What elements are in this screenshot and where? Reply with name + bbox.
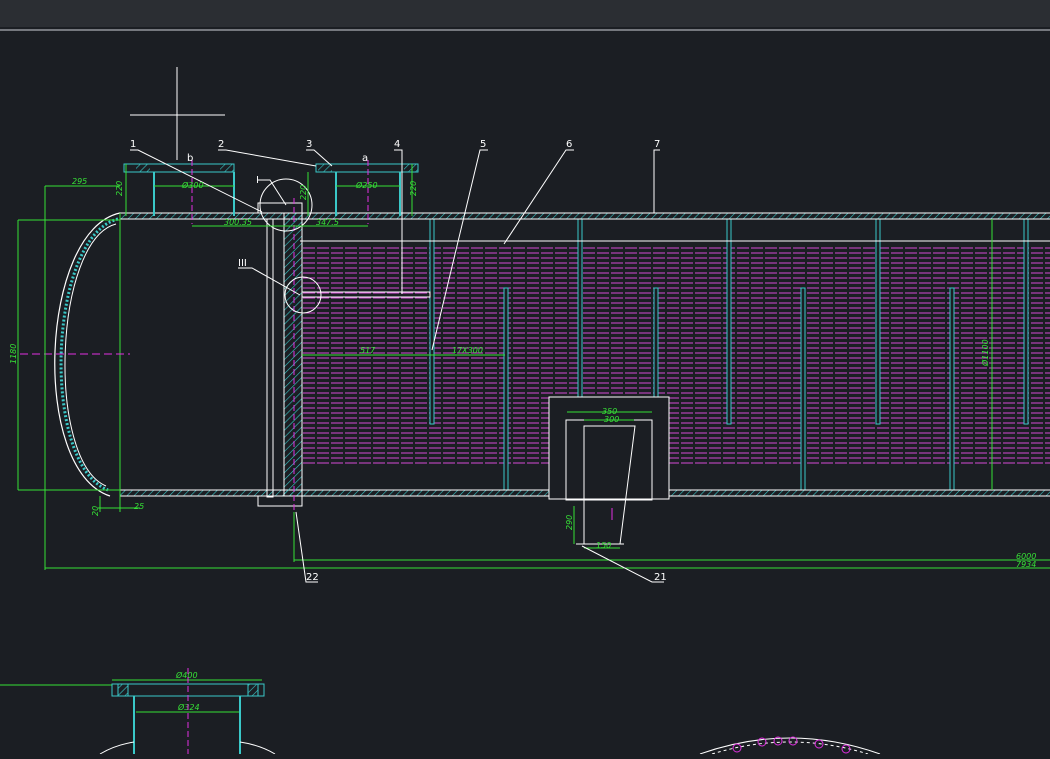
leader-label-21: 21 [654,572,667,583]
dim-total-length: 7934 [1016,560,1036,569]
leader-label-3: 3 [306,139,312,150]
dim-nozzle-a-dia: Ø250 [355,180,378,190]
leader-label-4: 4 [394,139,400,150]
dim-shell-dia-left: 1180 [9,344,18,364]
detail-label-i: I [256,175,259,186]
flange-section-view [0,668,276,755]
dim-saddle-inner: 300 [604,415,619,424]
dim-nozzle-b-dia: Ø300 [181,180,204,190]
leader-label-22: 22 [306,572,319,583]
leader-label-5: 5 [480,139,486,150]
dim-saddle-height: 290 [565,515,574,530]
tubesheet-plan-view [699,736,881,755]
dim-shell-inner-dia: Ø1100 [980,339,990,367]
dim-nozzle-a-pos: 347.5 [316,218,339,227]
leader-label-2: 2 [218,139,224,150]
dim-nozzle-b-height: 220 [115,181,124,196]
tubesheet [257,198,303,512]
dim-head-skirt: 25 [134,502,144,511]
baffles [429,218,1029,491]
nozzle-label-a: a [362,153,368,164]
dim-shell-wall: 20 [91,506,100,516]
dim-first-baffle: 517 [360,346,376,355]
dim-nozzle-mid-height: 220 [299,185,308,200]
crosshair-cursor [130,67,225,160]
dim-nozzle-b-pos: 300.35 [224,218,252,227]
leader-label-1: 1 [130,139,136,150]
leader-label-6: 6 [566,139,572,150]
nozzle-label-b: b [187,153,193,164]
dim-baffle-pitch: 17X300 [452,346,483,355]
heat-exchanger-drawing: 1 2 3 4 5 6 7 21 22 b a I III 295 220 Ø3… [0,29,1050,755]
dim-head-depth: 295 [72,177,87,186]
leader-label-7: 7 [654,139,660,150]
dim-flange-outer: Ø400 [175,670,198,680]
cad-drawing-canvas[interactable]: 1 2 3 4 5 6 7 21 22 b a I III 295 220 Ø3… [0,0,1050,755]
dim-saddle-base: 150 [596,541,611,550]
dim-nozzle-a-height: 220 [409,181,418,196]
detail-label-iii: III [238,258,247,269]
